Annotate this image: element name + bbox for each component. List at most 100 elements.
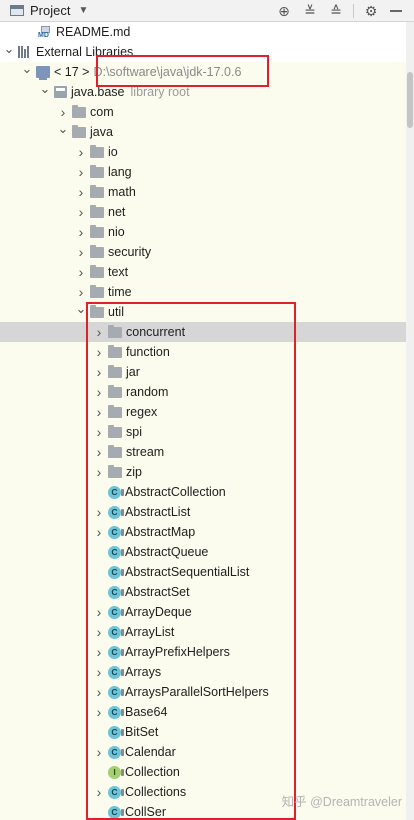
tree-node-package-stream[interactable]: › stream xyxy=(0,442,406,462)
tree-node-external-libraries[interactable]: ⌄ External Libraries xyxy=(0,41,406,62)
chevron-right-icon[interactable]: › xyxy=(74,264,88,280)
chevron-down-icon[interactable]: ▼ xyxy=(78,5,88,16)
class-icon: C xyxy=(108,605,124,619)
tree-node-class[interactable]: › C AbstractList xyxy=(0,502,406,522)
tree-node-java[interactable]: ⌄ java xyxy=(0,121,406,142)
tree-node-package-net[interactable]: › net xyxy=(0,202,406,222)
chevron-right-icon[interactable]: › xyxy=(92,384,106,400)
collapse-all-icon[interactable]: ≙ xyxy=(323,3,349,20)
tree-node-package-lang[interactable]: › lang xyxy=(0,162,406,182)
folder-icon xyxy=(108,365,122,378)
chevron-right-icon[interactable]: › xyxy=(74,164,88,180)
chevron-right-icon[interactable]: › xyxy=(92,664,106,680)
chevron-right-icon[interactable]: › xyxy=(74,184,88,200)
expand-all-icon[interactable]: ≚ xyxy=(297,3,323,20)
chevron-right-icon[interactable]: › xyxy=(92,464,106,480)
tree-node-class[interactable]: ›ICollection xyxy=(0,762,406,782)
tree-node-package-function[interactable]: › function xyxy=(0,342,406,362)
interface-icon: I xyxy=(108,765,124,779)
tree-node-class[interactable]: › C ArrayPrefixHelpers xyxy=(0,642,406,662)
chevron-down-icon[interactable]: ⌄ xyxy=(2,41,16,57)
tree-node-package-io[interactable]: › io xyxy=(0,142,406,162)
tree-node-label: text xyxy=(108,265,129,279)
tree-node-package-nio[interactable]: › nio xyxy=(0,222,406,242)
chevron-down-icon[interactable]: ⌄ xyxy=(20,61,34,77)
tree-node-package-math[interactable]: › math xyxy=(0,182,406,202)
folder-icon xyxy=(90,165,104,178)
tree-node-readme[interactable]: ›MDREADME.md xyxy=(0,22,406,42)
tree-node-class[interactable]: ›CBitSet xyxy=(0,722,406,742)
chevron-right-icon[interactable]: › xyxy=(74,284,88,300)
tree-node-class[interactable]: › C ArraysParallelSortHelpers xyxy=(0,682,406,702)
tree-node-package-regex[interactable]: › regex xyxy=(0,402,406,422)
tree-node-label: AbstractCollection xyxy=(125,485,226,499)
tree-node-label: AbstractList xyxy=(125,505,191,519)
tree-node-class[interactable]: › C Arrays xyxy=(0,662,406,682)
chevron-right-icon[interactable]: › xyxy=(92,404,106,420)
toolbar-actions: ⊕ ≚ ≙ ⚙ xyxy=(271,0,410,22)
tree-node-class[interactable]: › C Calendar xyxy=(0,742,406,762)
class-icon: C xyxy=(108,725,124,739)
tree-node-class[interactable]: ›CAbstractCollection xyxy=(0,482,406,502)
folder-icon xyxy=(90,245,104,258)
tree-node-java-base[interactable]: ⌄ java.base library root xyxy=(0,81,406,102)
tree-node-label: regex xyxy=(126,405,158,419)
class-icon: C xyxy=(108,645,124,659)
tree-node-class[interactable]: › C AbstractMap xyxy=(0,522,406,542)
chevron-right-icon[interactable]: › xyxy=(74,144,88,160)
tree-node-package-random[interactable]: › random xyxy=(0,382,406,402)
tree-node-class[interactable]: › C Base64 xyxy=(0,702,406,722)
chevron-right-icon[interactable]: › xyxy=(92,424,106,440)
chevron-right-icon[interactable]: › xyxy=(92,444,106,460)
tree-node-class[interactable]: › C ArrayDeque xyxy=(0,602,406,622)
folder-icon xyxy=(90,225,104,238)
chevron-down-icon[interactable]: ⌄ xyxy=(74,301,88,317)
tree-node-class[interactable]: ›CAbstractSet xyxy=(0,582,406,602)
folder-icon xyxy=(72,125,86,138)
tree-node-jdk[interactable]: ⌄ < 17 > D:\software\java\jdk-17.0.6 xyxy=(0,61,406,82)
tree-node-com[interactable]: › com xyxy=(0,102,406,122)
tree-node-class[interactable]: ›CAbstractSequentialList xyxy=(0,562,406,582)
scrollbar-thumb[interactable] xyxy=(407,72,413,128)
tree-node-util[interactable]: ⌄ util xyxy=(0,301,406,322)
chevron-right-icon[interactable]: › xyxy=(92,704,106,720)
tree-node-package-time[interactable]: › time xyxy=(0,282,406,302)
chevron-right-icon[interactable]: › xyxy=(74,224,88,240)
class-icon: C xyxy=(108,525,124,539)
tree-node-package-jar[interactable]: › jar xyxy=(0,362,406,382)
tree-node-class[interactable]: › C ArrayList xyxy=(0,622,406,642)
chevron-right-icon[interactable]: › xyxy=(92,784,106,800)
chevron-down-icon[interactable]: ⌄ xyxy=(56,121,70,137)
tree-node-label: random xyxy=(126,385,169,399)
chevron-right-icon[interactable]: › xyxy=(92,364,106,380)
chevron-right-icon[interactable]: › xyxy=(92,644,106,660)
chevron-right-icon[interactable]: › xyxy=(92,684,106,700)
chevron-right-icon[interactable]: › xyxy=(92,324,106,340)
locate-icon[interactable]: ⊕ xyxy=(271,3,297,20)
chevron-right-icon[interactable]: › xyxy=(92,344,106,360)
tree-node-package-spi[interactable]: › spi xyxy=(0,422,406,442)
class-icon: C xyxy=(108,785,124,799)
chevron-right-icon[interactable]: › xyxy=(92,604,106,620)
chevron-right-icon[interactable]: › xyxy=(74,244,88,260)
chevron-down-icon[interactable]: ⌄ xyxy=(38,81,52,97)
tree-node-package-zip[interactable]: › zip xyxy=(0,462,406,482)
chevron-right-icon[interactable]: › xyxy=(92,504,106,520)
vertical-scrollbar[interactable] xyxy=(406,22,414,820)
hide-icon[interactable] xyxy=(390,10,402,12)
tree-node-label: java xyxy=(90,125,113,139)
gear-icon[interactable]: ⚙ xyxy=(358,3,384,20)
tree-node-package-text[interactable]: › text xyxy=(0,262,406,282)
class-icon: C xyxy=(108,565,124,579)
chevron-right-icon[interactable]: › xyxy=(74,204,88,220)
project-view-title[interactable]: Project xyxy=(30,3,70,18)
tree-node-package-security[interactable]: › security xyxy=(0,242,406,262)
tree-node-class[interactable]: ›CAbstractQueue xyxy=(0,542,406,562)
chevron-right-icon[interactable]: › xyxy=(92,524,106,540)
tree-node-package-concurrent[interactable]: › concurrent xyxy=(0,322,406,342)
class-icon: C xyxy=(108,805,124,819)
chevron-right-icon[interactable]: › xyxy=(56,104,70,120)
chevron-right-icon[interactable]: › xyxy=(92,624,106,640)
folder-icon xyxy=(72,105,86,118)
chevron-right-icon[interactable]: › xyxy=(92,744,106,760)
